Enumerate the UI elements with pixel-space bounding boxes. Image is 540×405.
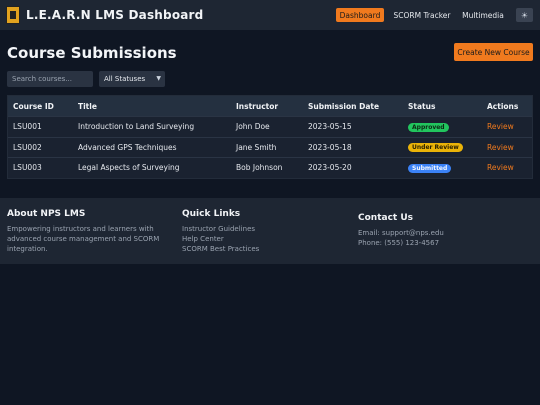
footer-contact-title: Contact Us <box>358 213 414 223</box>
footer-link-scorm-best-practices[interactable]: SCORM Best Practices <box>182 244 259 254</box>
instructor-name: John Doe <box>236 122 270 132</box>
search-input[interactable] <box>7 71 93 87</box>
footer-links-title: Quick Links <box>182 209 241 219</box>
top-navigation-bar: L.E.A.R.N LMS Dashboard Dashboard SCORM … <box>0 0 540 30</box>
instructor-name: Jane Smith <box>236 142 277 152</box>
column-header: Status <box>408 101 436 111</box>
course-title: Introduction to Land Surveying <box>78 122 195 132</box>
column-header: Submission Date <box>308 101 380 111</box>
submissions-table: Course ID Title Instructor Submission Da… <box>7 95 533 179</box>
table-row: LSU002 Advanced GPS Techniques Jane Smit… <box>8 136 532 158</box>
column-header: Actions <box>487 101 519 111</box>
nav-scorm-tracker[interactable]: SCORM Tracker <box>392 8 452 22</box>
create-new-course-button[interactable]: Create New Course <box>454 43 533 61</box>
footer-about-text: Empowering instructors and learners with… <box>7 225 160 253</box>
app-logo <box>6 6 20 24</box>
nav-dashboard[interactable]: Dashboard <box>336 8 384 22</box>
app-title: L.E.A.R.N LMS Dashboard <box>26 8 204 22</box>
submission-date: 2023-05-20 <box>308 163 352 173</box>
column-header: Title <box>78 101 97 111</box>
status-badge: Approved <box>408 122 449 132</box>
footer: About NPS LMS Empowering instructors and… <box>0 198 540 264</box>
status-badge: Submitted <box>408 163 452 173</box>
status-badge: Under Review <box>408 143 463 153</box>
status-cell: Approved <box>408 122 449 132</box>
course-id: LSU002 <box>13 142 42 152</box>
course-id: LSU003 <box>13 163 42 173</box>
footer-email: Email: support@nps.edu <box>358 229 444 237</box>
status-cell: Submitted <box>408 163 452 173</box>
footer-link-help-center[interactable]: Help Center <box>182 234 259 244</box>
footer-quick-links: Quick Links Instructor Guidelines Help C… <box>182 209 259 254</box>
column-header: Course ID <box>13 101 54 111</box>
table-header: Course ID Title Instructor Submission Da… <box>8 96 532 116</box>
status-filter-select[interactable]: All Statuses ▼ <box>99 71 165 87</box>
chevron-down-icon: ▼ <box>156 75 161 82</box>
review-link[interactable]: Review <box>487 143 514 152</box>
review-link[interactable]: Review <box>487 163 514 172</box>
footer-phone: Phone: (555) 123-4567 <box>358 239 440 247</box>
footer-about: About NPS LMS Empowering instructors and… <box>7 209 167 254</box>
nav-multimedia[interactable]: Multimedia <box>458 8 508 22</box>
submission-date: 2023-05-18 <box>308 142 352 152</box>
table-row: LSU003 Legal Aspects of Surveying Bob Jo… <box>8 157 532 178</box>
sun-icon: ☀ <box>520 10 529 20</box>
column-header: Instructor <box>236 101 279 111</box>
theme-toggle-button[interactable]: ☀ <box>516 8 533 22</box>
footer-about-title: About NPS LMS <box>7 209 86 219</box>
footer-contact: Contact Us Email: support@nps.edu Phone:… <box>358 213 444 248</box>
table-row: LSU001 Introduction to Land Surveying Jo… <box>8 116 532 137</box>
status-cell: Under Review <box>408 142 463 153</box>
submission-date: 2023-05-15 <box>308 122 352 132</box>
status-filter-value: All Statuses <box>104 75 146 83</box>
course-title: Legal Aspects of Surveying <box>78 163 180 173</box>
course-id: LSU001 <box>13 122 42 132</box>
review-link[interactable]: Review <box>487 122 514 131</box>
footer-link-instructor-guidelines[interactable]: Instructor Guidelines <box>182 224 259 234</box>
course-title: Advanced GPS Techniques <box>78 142 177 152</box>
instructor-name: Bob Johnson <box>236 163 283 173</box>
page-title: Course Submissions <box>7 44 177 62</box>
